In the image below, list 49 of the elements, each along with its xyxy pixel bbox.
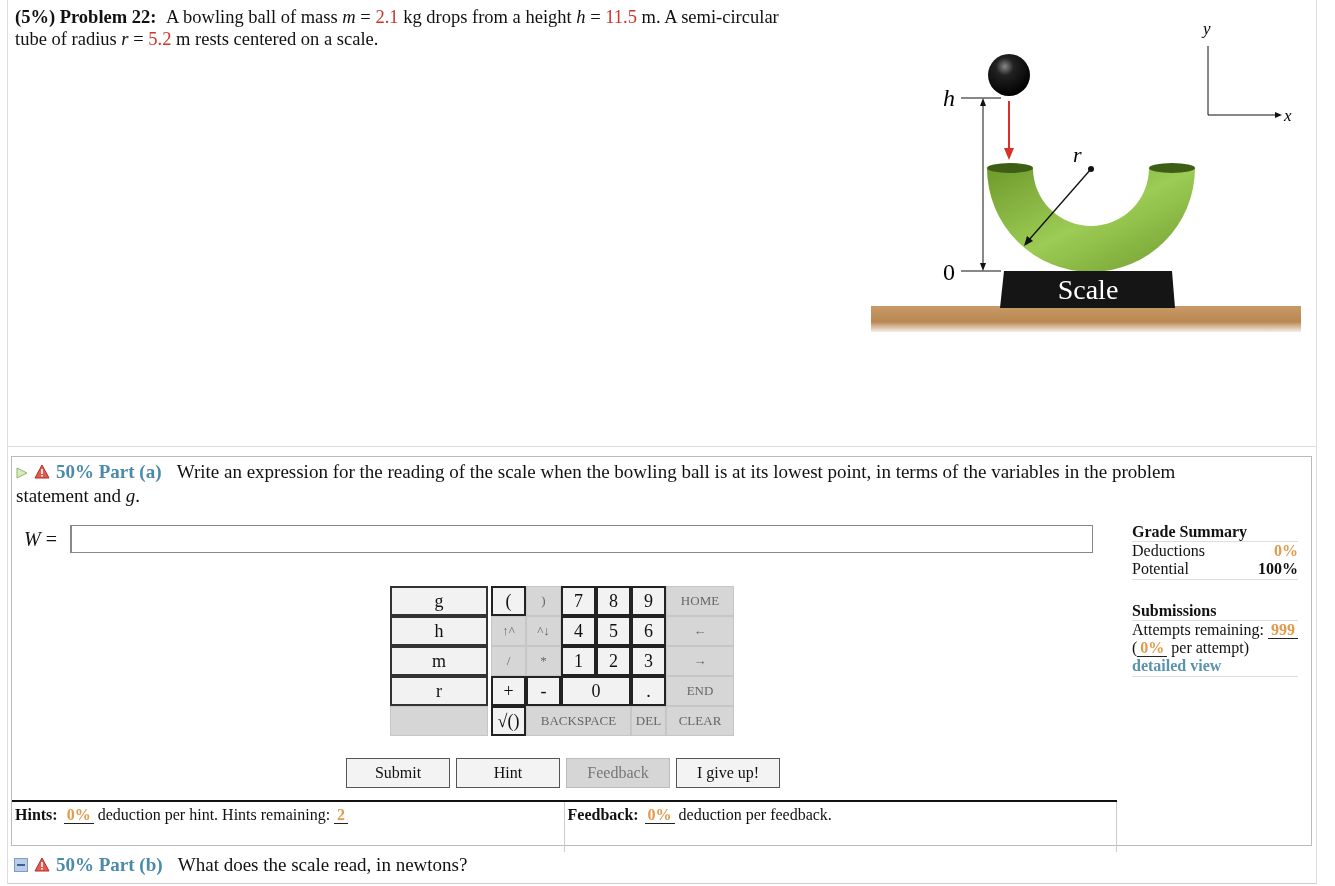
y-axis-label: y (1203, 19, 1211, 38)
keypad-key[interactable]: 7 (561, 586, 596, 616)
keypad-key[interactable]: 1 (561, 646, 596, 676)
attempts-remaining: Attempts remaining: 999 (1132, 621, 1298, 639)
variable-key[interactable]: r (390, 676, 488, 706)
keypad-key[interactable]: - (526, 676, 561, 706)
height-label: h (943, 85, 955, 111)
grade-value: 0% (1274, 542, 1298, 560)
submissions-title: Submissions (1132, 602, 1298, 621)
keypad-key[interactable]: 2 (596, 646, 631, 676)
variable-key[interactable]: m (390, 646, 488, 676)
keypad-key[interactable]: 0 (561, 676, 631, 706)
part-question: 50% Part (a) Write an expression for the reading of the scale when the bowling ball is at its lowest point, in terms of the variables in the problem statement and g. (15, 460, 1177, 508)
keypad-key[interactable]: 9 (631, 586, 666, 616)
answer-label: W = (24, 527, 58, 551)
drop-arrow (1004, 100, 1014, 160)
variable-key[interactable]: h (390, 616, 488, 646)
keypad-key[interactable]: 3 (631, 646, 666, 676)
ground-label: 0 (943, 259, 955, 285)
feedback-info: Feedback: 0% deduction per feedback. (567, 806, 833, 824)
problem-statement: (5%) Problem 22: A bowling ball of mass m = 2.1 kg drops from a height h = 11.5 m. A semi-circular tube of radius r = 5.2 m rests centered on a scale. (15, 6, 780, 51)
warning-icon (34, 857, 50, 872)
answer-field[interactable] (70, 525, 1093, 553)
collapse-icon[interactable] (14, 858, 28, 872)
grade-label: Deductions (1132, 542, 1205, 560)
keypad-key[interactable]: 4 (561, 616, 596, 646)
keypad-key[interactable]: + (491, 676, 526, 706)
hints-info: Hints: 0% deduction per hint. Hints remaining: 2 (15, 806, 561, 824)
grade-value: 100% (1258, 560, 1298, 578)
action-button[interactable]: Submit (346, 758, 450, 788)
keypad-key[interactable]: 5 (596, 616, 631, 646)
keypad-key[interactable]: √() (491, 706, 526, 736)
keypad-key[interactable]: 8 (596, 586, 631, 616)
keypad-key[interactable]: . (631, 676, 666, 706)
bowling-ball (988, 54, 1030, 96)
action-button[interactable]: I give up! (676, 758, 780, 788)
scale-label: Scale (1057, 274, 1119, 305)
variable-key[interactable]: g (390, 586, 488, 616)
x-axis-label: x (1284, 106, 1292, 125)
part-question: 50% Part (b) What does the scale read, in newtons? (8, 850, 1316, 880)
action-button[interactable]: Hint (456, 758, 560, 788)
per-attempt-info: ( 0% per attempt) (1132, 639, 1251, 657)
keypad-key[interactable]: ( (491, 586, 526, 616)
grade-label: Potential (1132, 560, 1189, 578)
grade-summary-title: Grade Summary (1132, 523, 1298, 542)
keypad-key[interactable]: 6 (631, 616, 666, 646)
play-icon[interactable] (16, 467, 28, 479)
warning-icon (34, 464, 50, 479)
radius-label: r (1073, 142, 1082, 167)
